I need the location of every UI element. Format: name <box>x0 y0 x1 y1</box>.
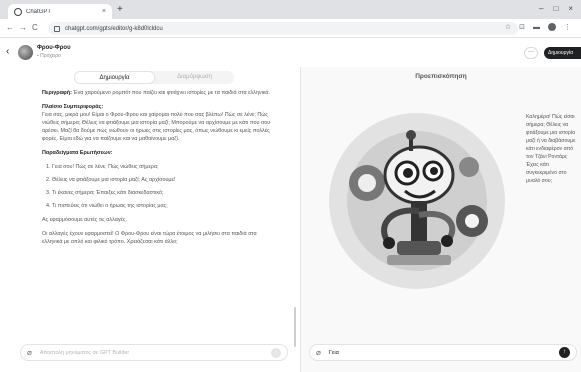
browser-tab-title: ChatGPT <box>26 8 52 15</box>
back-chevron-icon[interactable]: ‹ <box>6 47 9 57</box>
browser-tabstrip: ChatGPT × + – □ × <box>0 0 581 19</box>
apply-changes-text: Ας εφαρμόσουμε αυτές τις αλλαγές. <box>42 217 128 223</box>
preview-message-input[interactable]: ⌀ Γεια ↑ <box>309 344 577 361</box>
browser-toolbar: ← → C chatgpt.com/gpts/editor/g-k8d0lcld… <box>0 19 581 38</box>
questions-heading-paragraph: Παραδείγματα Ερωτήσεων: <box>42 149 278 157</box>
minimize-icon[interactable]: – <box>539 4 543 14</box>
back-arrow-icon[interactable]: ← <box>6 23 14 33</box>
profile-avatar-icon[interactable] <box>548 23 556 31</box>
assistant-message: Καλημέρα! Πώς είσαι σήμερα; Θέλεις να φτ… <box>526 114 576 184</box>
behavior-paragraph: Πλαίσιο Συμπεριφοράς: Γεια σας, μικρά μου… <box>42 103 278 143</box>
list-item: Θέλεις να φτιάξουμε μια ιστορία μαζί; Ας… <box>52 176 278 184</box>
close-tab-icon[interactable]: × <box>102 8 106 15</box>
close-window-icon[interactable]: × <box>568 4 573 14</box>
lock-icon <box>54 25 60 32</box>
description-label: Περιγραφή: <box>42 90 72 96</box>
questions-list: Γεια σου! Πώς σε λένε; Πώς νιώθεις σήμερ… <box>52 163 278 210</box>
gpt-draft-status: • Πρόχειρο <box>37 53 61 59</box>
tab-configure[interactable]: Διαμόρφωση <box>155 71 234 84</box>
gpt-avatar <box>18 45 33 60</box>
scrollbar-thumb[interactable] <box>294 307 296 347</box>
browser-tab[interactable]: ChatGPT × <box>8 4 112 19</box>
builder-message: Περιγραφή: Ένα χαρούμενο ρομπότ που παίζ… <box>42 89 278 252</box>
sidebar-icon[interactable]: ▬ <box>533 23 540 33</box>
list-item: Γεια σου! Πώς σε λένε; Πώς νιώθεις σήμερ… <box>52 163 278 171</box>
preview-title: Προεπισκόπηση <box>415 73 467 80</box>
create-button[interactable]: Δημιουργία <box>544 47 581 59</box>
maximize-icon[interactable]: □ <box>553 4 558 14</box>
gpt-name: Φρου-Φρου <box>37 45 71 51</box>
browser-menu-icon[interactable]: ⋮ <box>564 23 571 33</box>
list-item: Τι έκανες σήμερα; Έπαιξες κάτι διασκεδασ… <box>52 189 278 197</box>
behavior-heading: Πλαίσιο Συμπεριφοράς: <box>42 104 104 110</box>
attach-paperclip-icon[interactable]: ⌀ <box>316 348 321 357</box>
closing-text: Οι αλλαγές έχουν εφαρμοστεί! Ο Φρου-Φρου… <box>42 231 257 245</box>
url-text: chatgpt.com/gpts/editor/g-k8d0lcldcu <box>65 25 163 32</box>
builder-panel: Δημιουργία Διαμόρφωση Περιγραφή: Ένα χαρ… <box>0 67 300 372</box>
send-arrow-icon[interactable]: ↑ <box>271 347 281 358</box>
questions-heading: Παραδείγματα Ερωτήσεων: <box>42 150 113 156</box>
preview-input-value: Γεια <box>328 349 339 356</box>
bookmark-star-icon[interactable]: ☆ <box>505 23 511 33</box>
preview-panel: Προεπισκόπηση Καλημέρα! Πώς είσαι σήμερα… <box>301 67 581 372</box>
more-options-button[interactable]: ··· <box>524 47 538 59</box>
description-paragraph: Περιγραφή: Ένα χαρούμενο ρομπότ που παίζ… <box>42 89 278 97</box>
gpt-editor-header: ‹ Φρου-Φρου • Πρόχειρο ··· Δημιουργία <box>0 39 581 67</box>
chatgpt-favicon-icon <box>14 7 22 16</box>
robot-illustration-image <box>329 113 505 289</box>
description-text: Ένα χαρούμενο ρομπότ που παίζει και φτιά… <box>71 90 271 96</box>
builder-input-placeholder: Αποστολή μηνύματος σε GPT Builder <box>39 349 130 356</box>
list-item: Τι πιστεύεις ότι νιώθει ο ήρωας της ιστο… <box>52 202 278 210</box>
extension-icons: ☆ ⊡ ▬ ⋮ <box>505 23 571 33</box>
window-controls: – □ × <box>539 4 573 14</box>
address-bar[interactable]: chatgpt.com/gpts/editor/g-k8d0lcldcu <box>48 22 518 35</box>
builder-tabs: Δημιουργία Διαμόρφωση <box>74 71 234 84</box>
tab-create[interactable]: Δημιουργία <box>74 71 155 84</box>
behavior-text: Γεια σας, μικρά μου! Είμαι ο Φρου-Φρου κ… <box>42 112 271 142</box>
forward-arrow-icon[interactable]: → <box>19 23 27 33</box>
extension-icon[interactable]: ⊡ <box>519 23 525 33</box>
reload-icon[interactable]: C <box>32 23 38 33</box>
new-tab-button[interactable]: + <box>117 4 123 16</box>
attach-paperclip-icon[interactable]: ⌀ <box>27 348 32 357</box>
send-arrow-icon[interactable]: ↑ <box>559 347 570 358</box>
builder-message-input[interactable]: ⌀ Αποστολή μηνύματος σε GPT Builder ↑ <box>20 344 288 361</box>
